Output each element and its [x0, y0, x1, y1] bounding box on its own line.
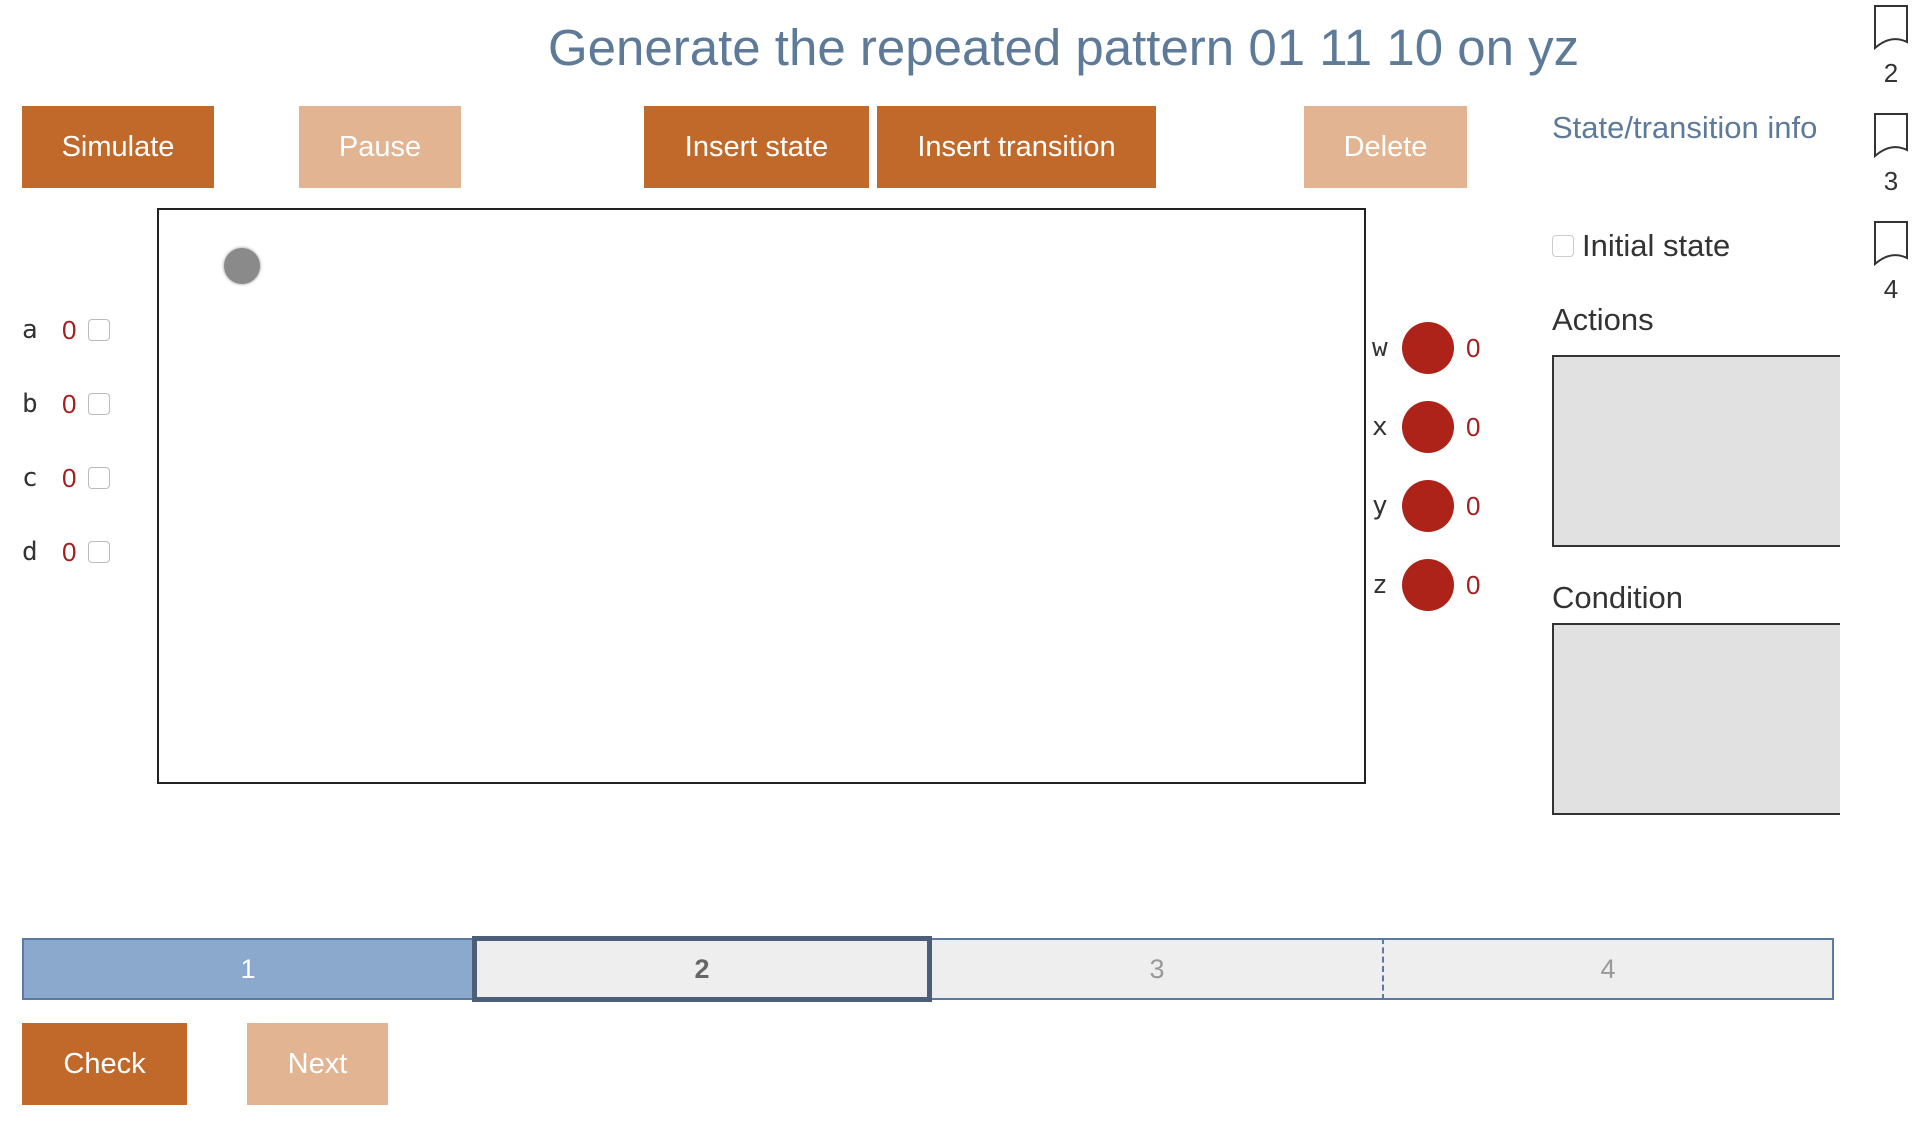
- output-led-x: [1402, 401, 1454, 453]
- progress-bar: 1 2 3 4: [22, 936, 1834, 1002]
- side-tab-label: 2: [1883, 58, 1899, 88]
- output-row-z: z 0: [1372, 559, 1480, 611]
- side-tab-label: 4: [1883, 274, 1899, 304]
- output-led-z: [1402, 559, 1454, 611]
- initial-state-checkbox[interactable]: [1552, 235, 1574, 257]
- title-area: Generate the repeated pattern 01 11 10 o…: [0, 0, 1924, 100]
- output-value: 0: [1466, 332, 1481, 363]
- input-row-a: a 0: [22, 310, 110, 350]
- input-row-b: b 0: [22, 384, 110, 424]
- input-checkbox-c[interactable]: [88, 467, 110, 489]
- progress-step-3[interactable]: 3: [932, 938, 1384, 1000]
- tab-shield-icon: [1874, 113, 1908, 158]
- simulate-button[interactable]: Simulate: [22, 106, 214, 188]
- input-value: 0: [62, 462, 77, 493]
- output-row-w: w 0: [1372, 322, 1480, 374]
- input-checkbox-d[interactable]: [88, 541, 110, 563]
- input-checkbox-b[interactable]: [88, 393, 110, 415]
- state-machine-canvas[interactable]: [157, 208, 1366, 784]
- output-value: 0: [1466, 411, 1481, 442]
- actions-box[interactable]: [1552, 355, 1840, 547]
- side-tab-4[interactable]: [1873, 220, 1909, 266]
- input-name: c: [22, 463, 38, 493]
- next-button[interactable]: Next: [247, 1023, 388, 1105]
- output-name: w: [1372, 333, 1388, 363]
- initial-state-label: Initial state: [1582, 228, 1731, 263]
- output-name: x: [1372, 412, 1388, 442]
- page-title: Generate the repeated pattern 01 11 10 o…: [548, 19, 1580, 76]
- output-name: z: [1372, 570, 1388, 600]
- input-checkbox-a[interactable]: [88, 319, 110, 341]
- input-row-d: d 0: [22, 532, 110, 572]
- output-value: 0: [1466, 569, 1481, 600]
- output-value: 0: [1466, 490, 1481, 521]
- output-row-y: y 0: [1372, 480, 1480, 532]
- pause-button[interactable]: Pause: [299, 106, 461, 188]
- side-tab-2[interactable]: [1873, 4, 1909, 50]
- condition-box[interactable]: [1552, 623, 1840, 815]
- info-panel-title: State/transition info: [1552, 110, 1818, 145]
- output-led-y: [1402, 480, 1454, 532]
- input-value: 0: [62, 388, 77, 419]
- initial-state-row: Initial state: [1552, 228, 1730, 264]
- insert-transition-button[interactable]: Insert transition: [877, 106, 1156, 188]
- tab-shield-icon: [1874, 5, 1908, 50]
- progress-step-1[interactable]: 1: [22, 938, 474, 1000]
- output-name: y: [1372, 491, 1388, 521]
- output-row-x: x 0: [1372, 401, 1480, 453]
- side-tab-label: 3: [1883, 166, 1899, 196]
- tab-shield-icon: [1874, 221, 1908, 266]
- delete-button[interactable]: Delete: [1304, 106, 1467, 188]
- progress-step-4[interactable]: 4: [1384, 938, 1834, 1000]
- input-name: b: [22, 389, 38, 419]
- actions-label: Actions: [1552, 302, 1654, 337]
- input-value: 0: [62, 536, 77, 567]
- insert-state-button[interactable]: Insert state: [644, 106, 869, 188]
- input-name: d: [22, 537, 38, 567]
- side-tab-3[interactable]: [1873, 112, 1909, 158]
- input-value: 0: [62, 314, 77, 345]
- condition-label: Condition: [1552, 580, 1683, 615]
- check-button[interactable]: Check: [22, 1023, 187, 1105]
- output-led-w: [1402, 322, 1454, 374]
- input-row-c: c 0: [22, 458, 110, 498]
- input-name: a: [22, 315, 38, 345]
- cursor-dot: [224, 248, 260, 284]
- progress-step-2[interactable]: 2: [472, 936, 932, 1002]
